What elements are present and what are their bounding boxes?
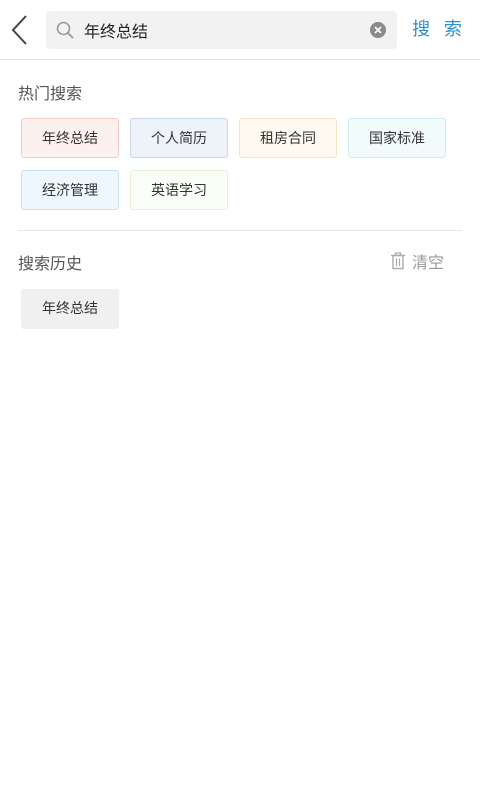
back-button[interactable] (8, 12, 34, 48)
section-divider (18, 230, 462, 231)
hot-search-tag[interactable]: 个人简历 (130, 118, 228, 158)
hot-search-tag[interactable]: 国家标准 (348, 118, 446, 158)
clear-history-button[interactable]: 清空 (390, 248, 444, 274)
clear-input-icon[interactable] (369, 21, 387, 39)
hot-search-tag[interactable]: 英语学习 (130, 170, 228, 210)
hot-search-title: 热门搜索 (18, 84, 83, 103)
hot-search-tag[interactable]: 年终总结 (21, 118, 119, 158)
search-icon (56, 21, 74, 39)
top-bar: 搜 索 (0, 0, 480, 60)
search-history-title: 搜索历史 (18, 254, 83, 273)
history-item[interactable]: 年终总结 (21, 289, 119, 329)
trash-icon (391, 252, 405, 270)
hot-search-tag[interactable]: 经济管理 (21, 170, 119, 210)
hot-search-tag[interactable]: 租房合同 (239, 118, 337, 158)
search-box[interactable] (46, 11, 397, 49)
search-input[interactable] (84, 11, 364, 49)
search-button[interactable]: 搜 索 (408, 14, 470, 46)
chevron-left-icon (11, 15, 27, 45)
clear-history-label: 清空 (412, 253, 445, 272)
